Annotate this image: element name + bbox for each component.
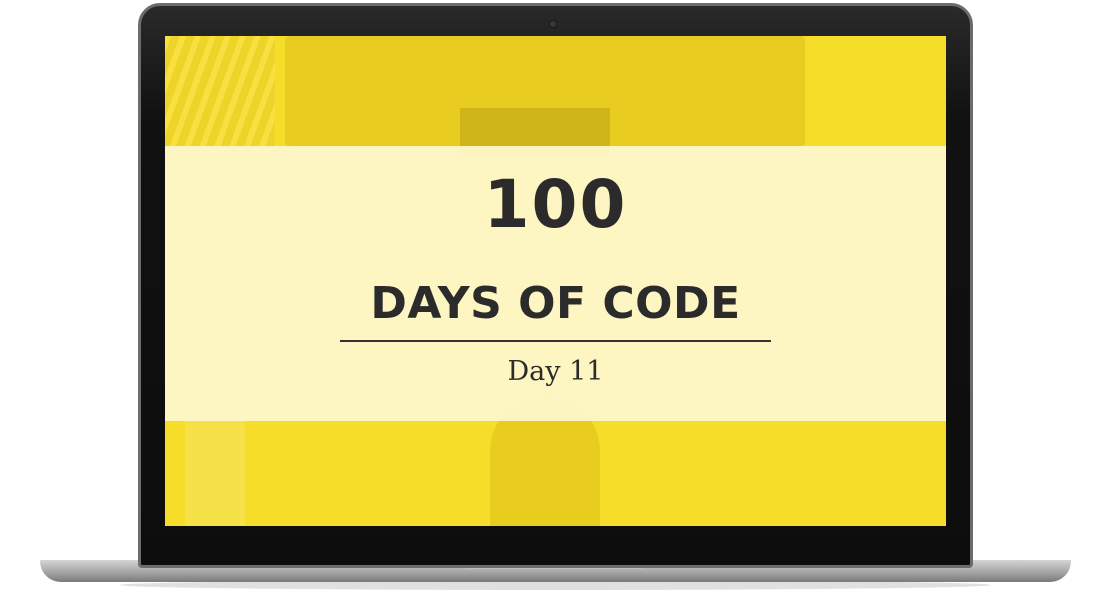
background-pot — [185, 416, 245, 526]
title-divider — [340, 340, 771, 342]
camera-icon — [550, 21, 556, 27]
title-number: 100 — [483, 166, 628, 243]
background-plant — [165, 36, 275, 146]
title-heading: DAYS OF CODE — [370, 278, 741, 329]
title-band: 100 DAYS OF CODE Day 11 — [165, 146, 946, 421]
laptop-screen: 100 DAYS OF CODE Day 11 — [165, 36, 946, 526]
laptop-mockup: 100 DAYS OF CODE Day 11 — [0, 0, 1111, 598]
day-subtitle: Day 11 — [507, 356, 604, 387]
